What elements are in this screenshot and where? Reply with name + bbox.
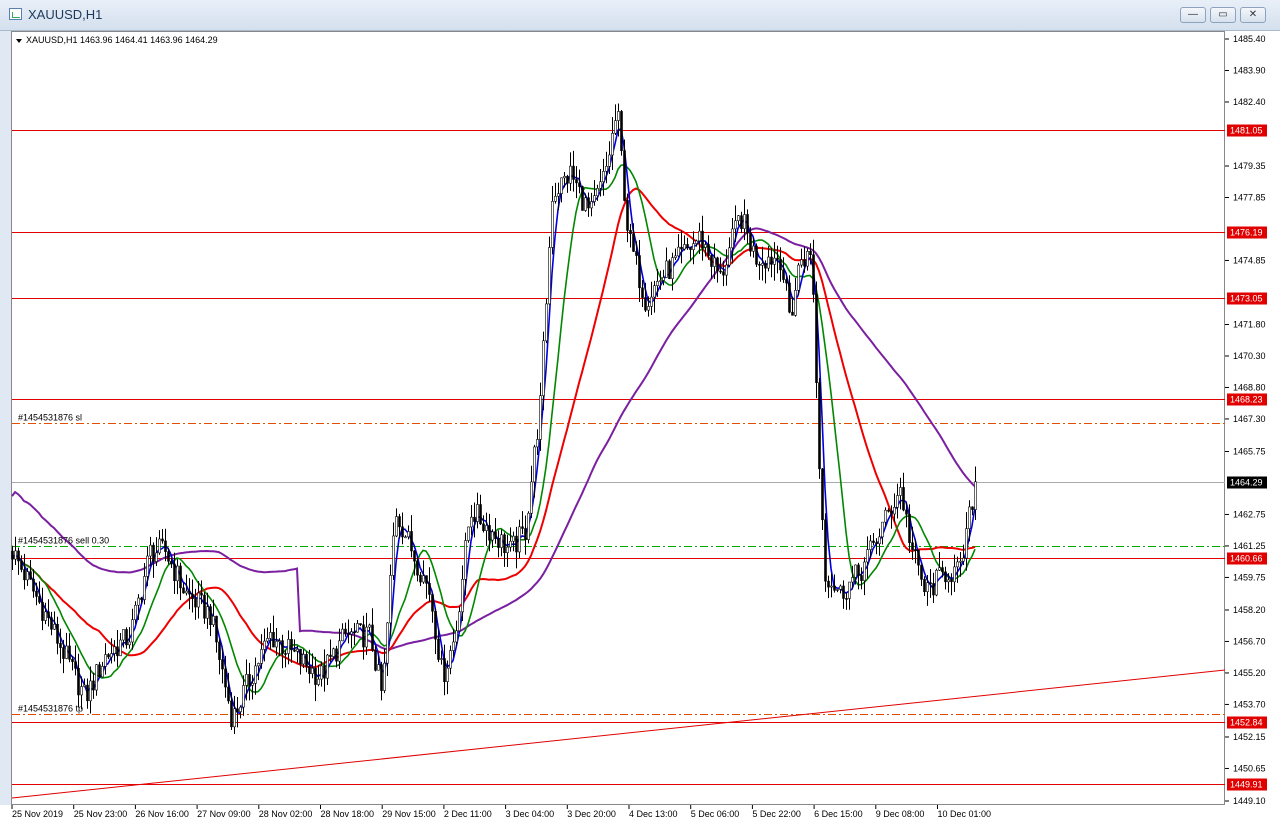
- window-title: XAUUSD,H1: [28, 7, 103, 22]
- close-button[interactable]: ✕: [1240, 7, 1266, 23]
- time-axis[interactable]: [0, 805, 1280, 834]
- price-axis[interactable]: [1225, 31, 1280, 805]
- symbol-info: XAUUSD,H1 1463.96 1464.41 1463.96 1464.2…: [16, 35, 218, 45]
- chart-window: XAUUSD,H1 — ▭ ✕ 1481.05 1476.19 1473.05 146…: [0, 0, 1280, 834]
- title-bar[interactable]: XAUUSD,H1 — ▭ ✕: [0, 0, 1280, 31]
- chart-window-icon: [9, 8, 22, 20]
- restore-button[interactable]: ▭: [1210, 7, 1236, 23]
- dropdown-arrow-icon[interactable]: [16, 38, 22, 43]
- ohlc-info: XAUUSD,H1 1463.96 1464.41 1463.96 1464.2…: [26, 35, 218, 45]
- minimize-button[interactable]: —: [1180, 7, 1206, 23]
- chart-canvas[interactable]: [11, 31, 1225, 805]
